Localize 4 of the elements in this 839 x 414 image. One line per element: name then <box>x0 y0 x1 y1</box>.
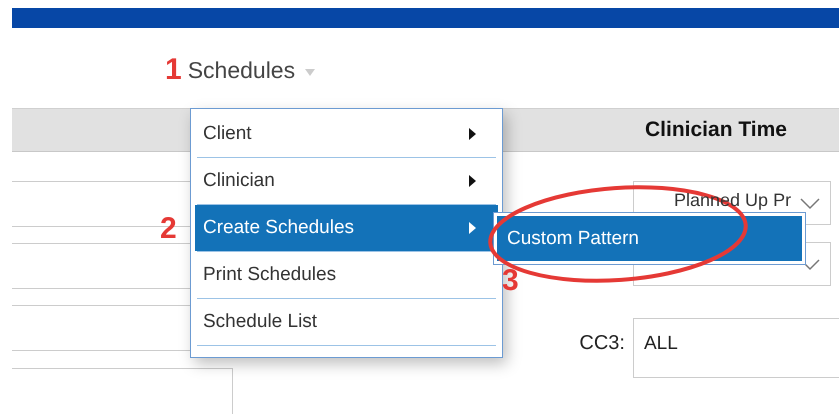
annotation-number: 1 <box>165 55 182 85</box>
field-label: CC3: <box>578 332 625 355</box>
panel-title: Clinician Time <box>645 118 787 142</box>
annotation-number: 2 <box>160 214 177 244</box>
